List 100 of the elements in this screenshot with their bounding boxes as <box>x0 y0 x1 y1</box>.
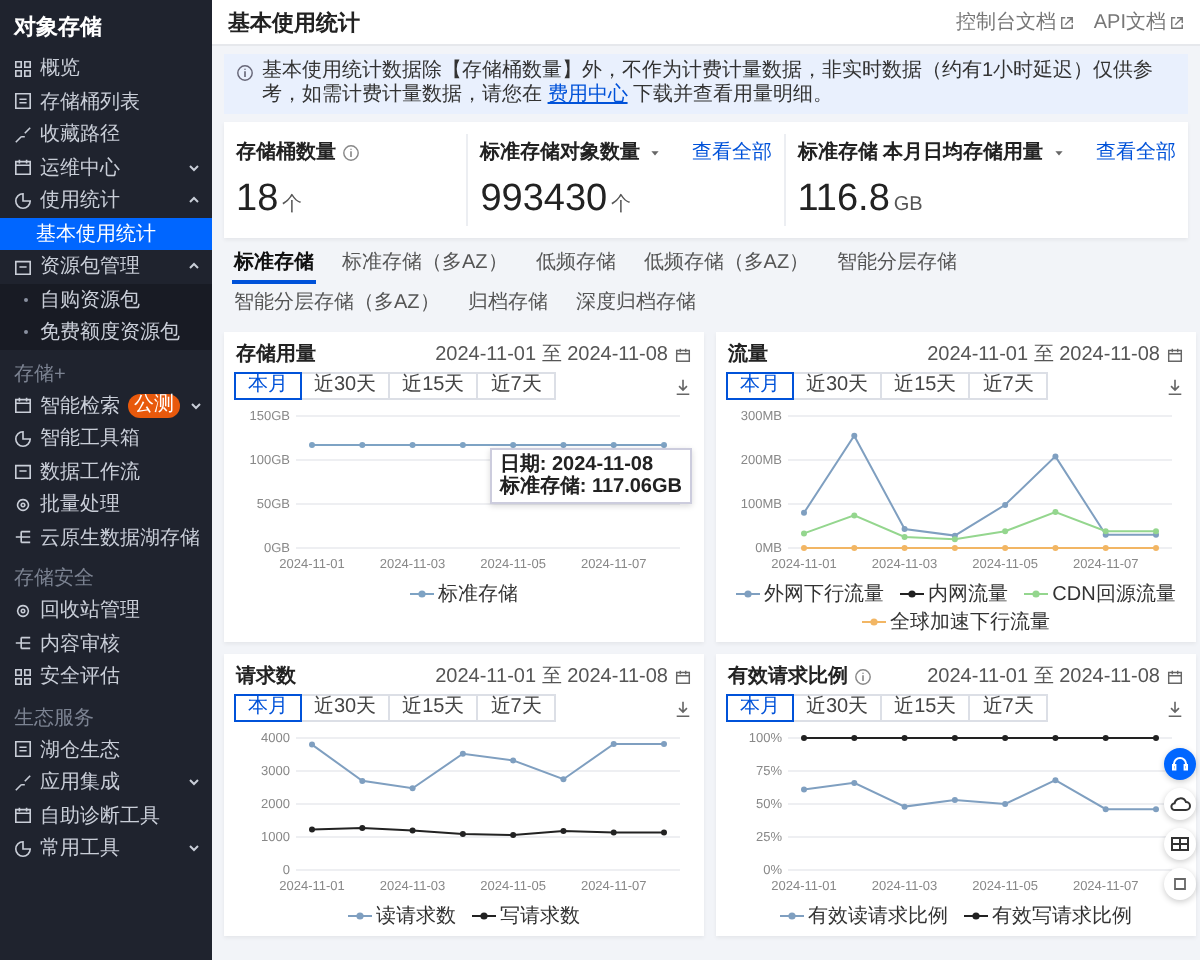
data-point <box>359 777 366 784</box>
range-button[interactable]: 近7天 <box>968 694 1048 722</box>
tab[interactable]: 深度归档存储 <box>573 286 698 324</box>
stat-value: 116.8 <box>797 178 890 222</box>
data-point <box>901 545 908 551</box>
tab[interactable]: 智能分层存储 <box>835 246 960 284</box>
data-point <box>851 512 858 519</box>
doc-link[interactable]: 控制台文档 <box>955 8 1074 36</box>
sidebar-item[interactable]: 免费额度资源包 <box>0 316 212 349</box>
tab[interactable]: 低频存储 <box>533 246 618 284</box>
date-range-field[interactable]: 2024-11-01 至 2024-11-08 <box>927 340 1160 368</box>
data-point <box>1052 453 1059 460</box>
list-icon <box>14 740 32 759</box>
sidebar-item[interactable]: 云原生数据湖存储 <box>0 521 212 554</box>
download-icon[interactable] <box>1166 699 1184 717</box>
sidebar-item[interactable]: 资源包管理 <box>0 250 212 283</box>
data-point <box>1052 545 1059 551</box>
legend-label[interactable]: 全球加速下行流量 <box>890 608 1050 636</box>
data-point <box>661 740 667 747</box>
sidebar-item[interactable]: 回收站管理 <box>0 594 212 627</box>
data-point <box>801 530 807 537</box>
range-button[interactable]: 近15天 <box>880 694 971 722</box>
tab[interactable]: 标准存储（多AZ） <box>340 246 510 284</box>
download-icon[interactable] <box>674 377 692 395</box>
date-range-field[interactable]: 2024-11-01 至 2024-11-08 <box>435 340 668 368</box>
sidebar-item[interactable]: 自助诊断工具 <box>0 799 212 832</box>
date-range-field[interactable]: 2024-11-01 至 2024-11-08 <box>435 662 668 690</box>
data-point <box>1002 735 1009 741</box>
tab[interactable]: 归档存储 <box>465 286 550 324</box>
legend-label[interactable]: 读请求数 <box>376 902 456 930</box>
calendar-icon <box>14 396 32 415</box>
legend-label[interactable]: 有效写请求比例 <box>992 902 1132 930</box>
external-link-icon <box>1059 15 1074 29</box>
doc-link[interactable]: API文档 <box>1093 8 1184 36</box>
sidebar-item[interactable]: 自购资源包 <box>0 283 212 316</box>
legend-label[interactable]: 有效读请求比例 <box>808 902 948 930</box>
tab[interactable]: 标准存储 <box>232 246 316 284</box>
legend-label[interactable]: 标准存储 <box>438 580 518 608</box>
cloud-icon <box>1168 792 1192 816</box>
sidebar-item[interactable]: 安全评估 <box>0 660 212 693</box>
range-button[interactable]: 近30天 <box>792 694 883 722</box>
data-point <box>901 803 908 810</box>
sidebar-item[interactable]: 批量处理 <box>0 488 212 521</box>
legend-label[interactable]: CDN回源流量 <box>1052 580 1176 608</box>
sidebar-item[interactable]: 应用集成 <box>0 766 212 799</box>
range-button[interactable]: 近7天 <box>476 372 556 400</box>
tab[interactable]: 智能分层存储（多AZ） <box>232 286 442 324</box>
calendar-icon[interactable] <box>1166 345 1184 363</box>
date-range-field[interactable]: 2024-11-01 至 2024-11-08 <box>927 662 1160 690</box>
range-button[interactable]: 近7天 <box>968 372 1048 400</box>
range-button[interactable]: 近15天 <box>388 372 479 400</box>
calendar-icon[interactable] <box>674 345 692 363</box>
calendar-icon[interactable] <box>674 667 692 685</box>
range-button[interactable]: 本月 <box>726 694 794 722</box>
view-all-link[interactable]: 查看全部 <box>691 138 772 166</box>
data-point <box>1102 806 1109 813</box>
legend-label[interactable]: 外网下行流量 <box>764 580 885 608</box>
download-icon[interactable] <box>1166 377 1184 395</box>
data-point <box>851 779 858 786</box>
data-point <box>951 797 958 804</box>
calendar-icon[interactable] <box>1166 667 1184 685</box>
sidebar-item[interactable]: 常用工具 <box>0 832 212 865</box>
legend-label[interactable]: 内网流量 <box>928 580 1009 608</box>
range-button[interactable]: 近30天 <box>792 372 883 400</box>
sidebar-item[interactable]: 概览 <box>0 52 212 85</box>
chart-title: 请求数 <box>236 663 296 690</box>
data-point <box>459 442 466 449</box>
range-button[interactable]: 本月 <box>234 694 302 722</box>
download-icon[interactable] <box>674 699 692 717</box>
data-point <box>801 545 807 551</box>
sidebar-item[interactable]: 智能检索 公测 <box>0 389 212 422</box>
sidebar-item[interactable]: 内容审核 <box>0 627 212 660</box>
sidebar-title: 对象存储 <box>11 13 104 44</box>
range-button[interactable]: 近30天 <box>300 694 391 722</box>
sidebar-item[interactable]: 数据工作流 <box>0 455 212 488</box>
data-point <box>801 786 807 793</box>
range-button[interactable]: 本月 <box>234 372 302 400</box>
sidebar-item[interactable]: 运维中心 <box>0 151 212 184</box>
data-point <box>661 829 667 836</box>
legend-label[interactable]: 写请求数 <box>500 902 580 930</box>
range-button[interactable]: 近15天 <box>880 372 971 400</box>
sidebar-item[interactable]: 使用统计 <box>0 184 212 217</box>
sidebar-item[interactable]: 湖仓生态 <box>0 733 212 766</box>
sidebar-item[interactable]: 收藏路径 <box>0 118 212 151</box>
range-button[interactable]: 近15天 <box>388 694 479 722</box>
range-button[interactable]: 本月 <box>726 372 794 400</box>
view-all-link[interactable]: 查看全部 <box>1096 138 1177 166</box>
range-button[interactable]: 近7天 <box>476 694 556 722</box>
sidebar-item[interactable]: 智能工具箱 <box>0 422 212 455</box>
data-point <box>1052 777 1059 784</box>
stat-unit: GB <box>893 194 923 216</box>
data-point <box>1153 545 1159 551</box>
sidebar-item[interactable]: 存储桶列表 <box>0 85 212 118</box>
data-point <box>901 735 908 741</box>
sidebar-item[interactable]: 基本使用统计 <box>0 217 212 250</box>
stat-unit: 个 <box>611 192 632 218</box>
tab[interactable]: 低频存储（多AZ） <box>641 246 812 284</box>
billing-link[interactable]: 费用中心 <box>547 84 628 106</box>
data-point <box>801 509 807 516</box>
range-button[interactable]: 近30天 <box>300 372 391 400</box>
